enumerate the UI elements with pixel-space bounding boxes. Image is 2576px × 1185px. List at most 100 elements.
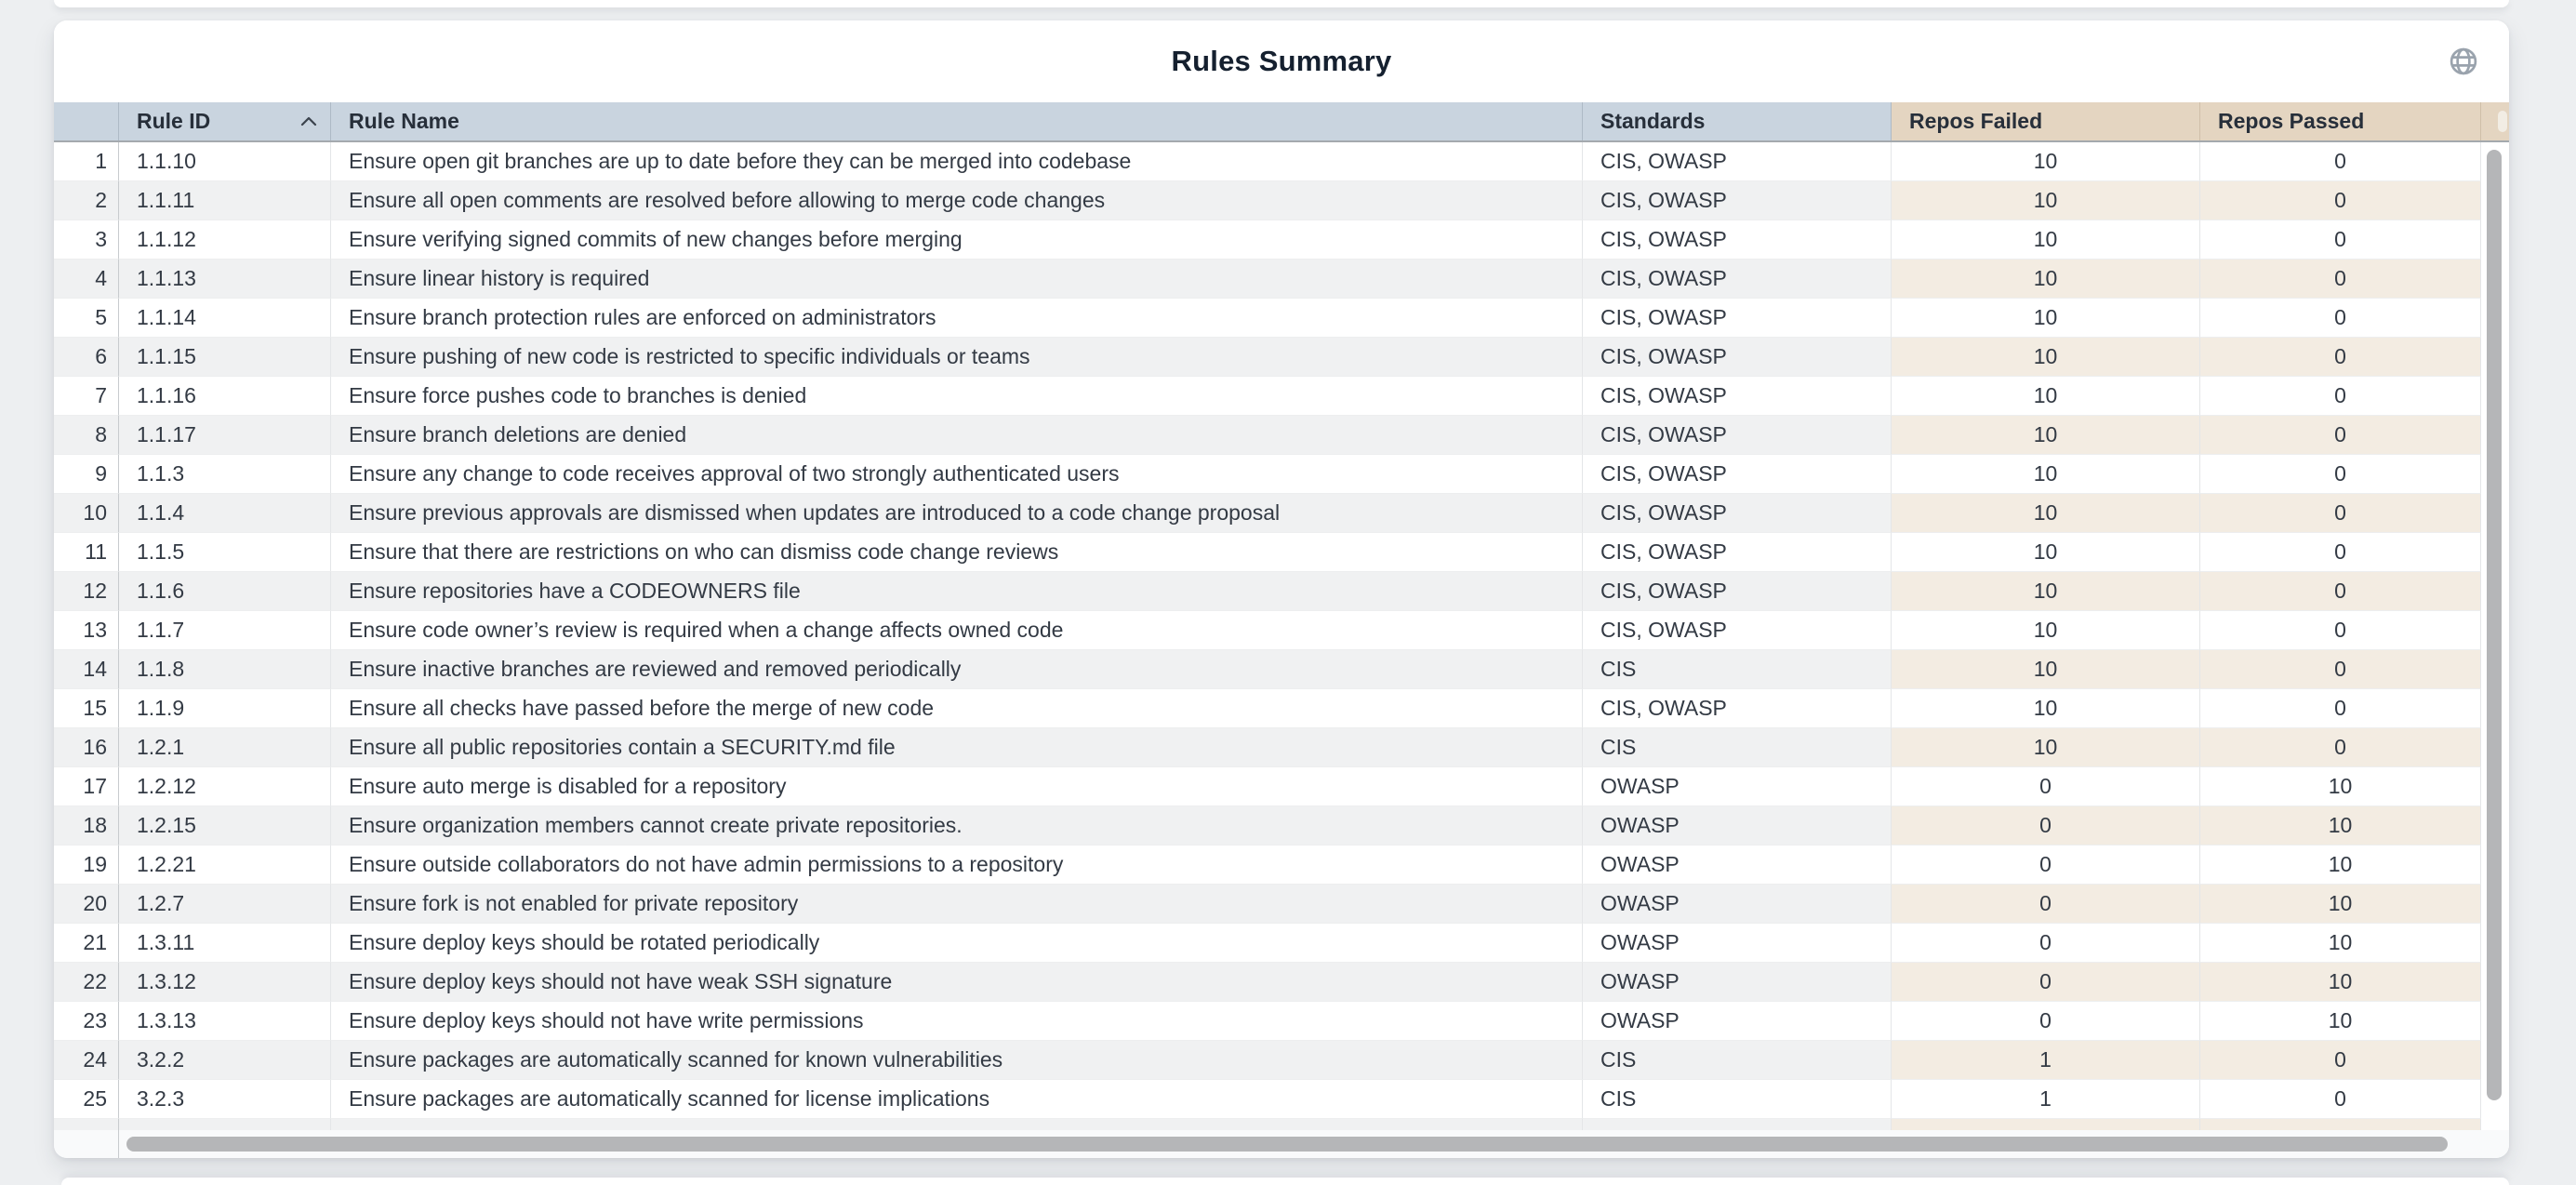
- row-number-cell: 19: [54, 845, 119, 885]
- column-header-gutter: [2481, 102, 2509, 140]
- table-row[interactable]: 181.2.15Ensure organization members cann…: [54, 806, 2481, 845]
- row-number-cell: 15: [54, 689, 119, 728]
- repos-passed-cell: 10: [2200, 845, 2481, 885]
- row-number-cell: 22: [54, 963, 119, 1002]
- repos-failed-cell: 10: [1892, 455, 2200, 494]
- column-header-standards[interactable]: Standards: [1583, 102, 1892, 140]
- rule-name-cell: Ensure code owner’s review is required w…: [331, 611, 1583, 650]
- rule-name-cell: Ensure repositories have a CODEOWNERS fi…: [331, 572, 1583, 611]
- table-row[interactable]: 101.1.4Ensure previous approvals are dis…: [54, 494, 2481, 533]
- repos-passed-cell: 10: [2200, 963, 2481, 1002]
- globe-button[interactable]: [2446, 44, 2481, 79]
- standards-cell: [1583, 1119, 1892, 1130]
- column-header-rule-id[interactable]: Rule ID: [119, 102, 331, 140]
- table-row[interactable]: 31.1.12Ensure verifying signed commits o…: [54, 220, 2481, 260]
- table-row[interactable]: 81.1.17Ensure branch deletions are denie…: [54, 416, 2481, 455]
- repos-passed-cell: 0: [2200, 338, 2481, 377]
- repos-passed-cell: 0: [2200, 260, 2481, 299]
- table-row[interactable]: 221.3.12Ensure deploy keys should not ha…: [54, 963, 2481, 1002]
- repos-failed-cell: 10: [1892, 650, 2200, 689]
- table-row[interactable]: 201.2.7Ensure fork is not enabled for pr…: [54, 885, 2481, 924]
- table-row[interactable]: 211.3.11Ensure deploy keys should be rot…: [54, 924, 2481, 963]
- rule-id-cell: 1.3.11: [119, 924, 331, 963]
- previous-card-edge: [54, 0, 2509, 7]
- rule-id-cell: 1.1.12: [119, 220, 331, 260]
- table-row[interactable]: 231.3.13Ensure deploy keys should not ha…: [54, 1002, 2481, 1041]
- standards-cell: CIS, OWASP: [1583, 377, 1892, 416]
- standards-cell: CIS, OWASP: [1583, 260, 1892, 299]
- table-row[interactable]: 131.1.7Ensure code owner’s review is req…: [54, 611, 2481, 650]
- repos-passed-cell: [2200, 1119, 2481, 1130]
- rule-id-cell: 3.2.3: [119, 1080, 331, 1119]
- repos-failed-cell: 0: [1892, 767, 2200, 806]
- table-row[interactable]: 151.1.9Ensure all checks have passed bef…: [54, 689, 2481, 728]
- table-row[interactable]: 21.1.11Ensure all open comments are reso…: [54, 181, 2481, 220]
- table-row[interactable]: 111.1.5Ensure that there are restriction…: [54, 533, 2481, 572]
- table-row[interactable]: 11.1.10Ensure open git branches are up t…: [54, 142, 2481, 181]
- standards-cell: CIS, OWASP: [1583, 220, 1892, 260]
- rule-name-cell: [331, 1119, 1583, 1130]
- table-body: 11.1.10Ensure open git branches are up t…: [54, 142, 2481, 1130]
- repos-failed-cell: 10: [1892, 611, 2200, 650]
- next-card-edge: [61, 1178, 2509, 1185]
- rule-id-cell: 1.1.10: [119, 142, 331, 181]
- row-number-cell: 11: [54, 533, 119, 572]
- rule-id-cell: 1.1.15: [119, 338, 331, 377]
- rule-name-cell: Ensure all public repositories contain a…: [331, 728, 1583, 767]
- table-row[interactable]: 91.1.3Ensure any change to code receives…: [54, 455, 2481, 494]
- table-row[interactable]: 141.1.8Ensure inactive branches are revi…: [54, 650, 2481, 689]
- horizontal-scrollbar-track[interactable]: [54, 1130, 2509, 1158]
- table-row[interactable]: 191.2.21Ensure outside collaborators do …: [54, 845, 2481, 885]
- table-row[interactable]: 253.2.3Ensure packages are automatically…: [54, 1080, 2481, 1119]
- column-header-rule-id-label: Rule ID: [137, 109, 210, 134]
- row-number-cell: 16: [54, 728, 119, 767]
- rule-id-cell: 1.2.12: [119, 767, 331, 806]
- column-header-rule-name[interactable]: Rule Name: [331, 102, 1583, 140]
- repos-passed-cell: 0: [2200, 1041, 2481, 1080]
- rule-id-cell: 1.1.7: [119, 611, 331, 650]
- repos-passed-cell: 0: [2200, 1080, 2481, 1119]
- standards-cell: OWASP: [1583, 767, 1892, 806]
- repos-passed-cell: 10: [2200, 1002, 2481, 1041]
- table-row[interactable]: 171.2.12Ensure auto merge is disabled fo…: [54, 767, 2481, 806]
- row-number-cell: 6: [54, 338, 119, 377]
- rule-id-cell: 1.2.1: [119, 728, 331, 767]
- rule-id-cell: 1.1.6: [119, 572, 331, 611]
- row-number-cell: 17: [54, 767, 119, 806]
- rule-id-cell: 1.2.7: [119, 885, 331, 924]
- table-row[interactable]: 61.1.15Ensure pushing of new code is res…: [54, 338, 2481, 377]
- row-number-cell: 3: [54, 220, 119, 260]
- rule-id-cell: 1.1.16: [119, 377, 331, 416]
- column-header-repos-failed[interactable]: Repos Failed: [1892, 102, 2200, 140]
- standards-cell: CIS: [1583, 1041, 1892, 1080]
- rule-name-cell: Ensure branch protection rules are enfor…: [331, 299, 1583, 338]
- row-number-cell: 14: [54, 650, 119, 689]
- rule-name-cell: Ensure verifying signed commits of new c…: [331, 220, 1583, 260]
- table-row[interactable]: 41.1.13Ensure linear history is required…: [54, 260, 2481, 299]
- rule-name-cell: Ensure open git branches are up to date …: [331, 142, 1583, 181]
- table-row[interactable]: 71.1.16Ensure force pushes code to branc…: [54, 377, 2481, 416]
- row-number-cell: 8: [54, 416, 119, 455]
- repos-passed-cell: 0: [2200, 181, 2481, 220]
- vertical-scrollbar-thumb[interactable]: [2487, 150, 2502, 1100]
- table-row-partial: [54, 1119, 2481, 1130]
- horizontal-scrollbar-thumb[interactable]: [126, 1137, 2448, 1152]
- repos-failed-cell: 10: [1892, 533, 2200, 572]
- column-header-repos-passed[interactable]: Repos Passed: [2200, 102, 2481, 140]
- repos-passed-cell: 0: [2200, 533, 2481, 572]
- table-row[interactable]: 161.2.1Ensure all public repositories co…: [54, 728, 2481, 767]
- page-title: Rules Summary: [1172, 45, 1392, 78]
- repos-passed-cell: 0: [2200, 416, 2481, 455]
- table-row[interactable]: 121.1.6Ensure repositories have a CODEOW…: [54, 572, 2481, 611]
- card-titlebar: Rules Summary: [54, 20, 2509, 102]
- table-row[interactable]: 51.1.14Ensure branch protection rules ar…: [54, 299, 2481, 338]
- rule-name-cell: Ensure that there are restrictions on wh…: [331, 533, 1583, 572]
- repos-failed-cell: 10: [1892, 728, 2200, 767]
- column-header-row-number[interactable]: [54, 102, 119, 140]
- table-row[interactable]: 243.2.2Ensure packages are automatically…: [54, 1041, 2481, 1080]
- standards-cell: CIS, OWASP: [1583, 338, 1892, 377]
- rule-name-cell: Ensure previous approvals are dismissed …: [331, 494, 1583, 533]
- rule-id-cell: 1.3.12: [119, 963, 331, 1002]
- row-number-cell: 12: [54, 572, 119, 611]
- repos-failed-cell: 10: [1892, 299, 2200, 338]
